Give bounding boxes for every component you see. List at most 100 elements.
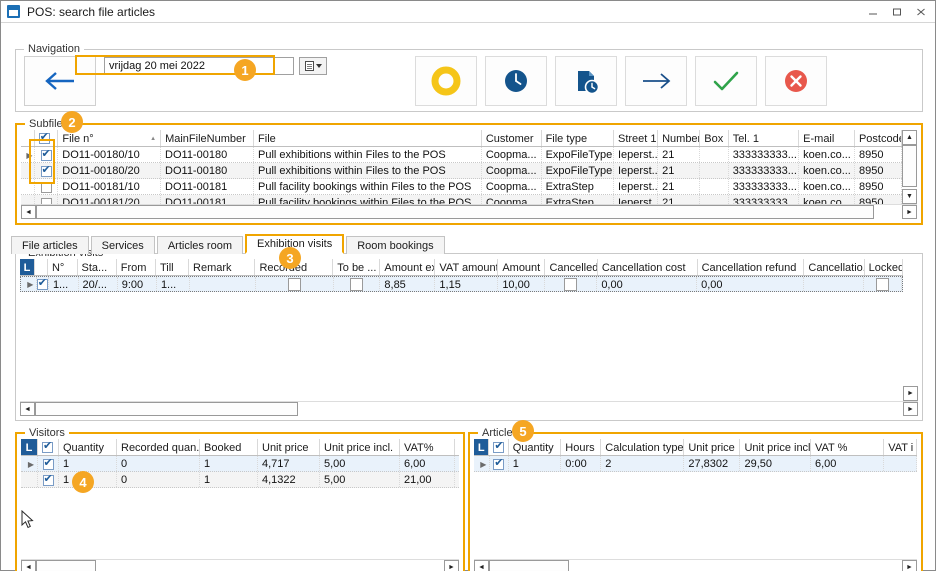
- cell-cancelled[interactable]: [545, 277, 597, 291]
- select-all-checkbox[interactable]: [42, 442, 53, 453]
- scroll-right-button[interactable]: ►: [902, 560, 917, 571]
- exhibition-visits-horizontal-scrollbar[interactable]: ◄ ►: [20, 401, 918, 416]
- exh-col-cancellation-refund[interactable]: Cancellation refund: [698, 259, 805, 275]
- subfiles-col-select[interactable]: [35, 130, 59, 146]
- scroll-thumb[interactable]: [489, 560, 569, 571]
- table-row[interactable]: ▶ 1 0 1 4,717 5,00 6,00: [21, 456, 459, 472]
- subfiles-col-main-file-number[interactable]: MainFileNumber: [161, 130, 254, 146]
- scroll-track[interactable]: [96, 560, 444, 571]
- exh-col-remark[interactable]: Remark: [189, 259, 255, 275]
- scroll-thumb[interactable]: [36, 560, 96, 571]
- next-button[interactable]: [625, 56, 687, 106]
- subfiles-col-file-type[interactable]: File type: [542, 130, 614, 146]
- date-input[interactable]: vrijdag 20 mei 2022: [104, 57, 294, 75]
- visitors-horizontal-scrollbar[interactable]: ◄ ►: [21, 559, 459, 571]
- visitors-col-vat-pct[interactable]: VAT%: [400, 439, 455, 455]
- row-checkbox-cell[interactable]: [35, 195, 58, 204]
- articles-col-locked-flag[interactable]: L: [474, 439, 489, 455]
- exh-col-from[interactable]: From: [117, 259, 156, 275]
- visitors-col-unit-price[interactable]: Unit price: [258, 439, 320, 455]
- scroll-right-button[interactable]: ►: [902, 205, 917, 219]
- row-checkbox[interactable]: [43, 459, 54, 470]
- scroll-track[interactable]: [569, 560, 902, 571]
- exh-col-cancellation-other[interactable]: Cancellatio...: [804, 259, 864, 275]
- row-checkbox[interactable]: [493, 459, 504, 470]
- subfiles-col-customer[interactable]: Customer: [482, 130, 542, 146]
- table-row[interactable]: ▶ DO11-00180/10 DO11-00180 Pull exhibiti…: [21, 147, 902, 163]
- tab-articles-room[interactable]: Articles room: [157, 236, 243, 254]
- tab-services[interactable]: Services: [91, 236, 155, 254]
- select-all-checkbox[interactable]: [493, 442, 504, 453]
- articles-horizontal-scrollbar[interactable]: ◄ ►: [474, 559, 917, 571]
- minimize-button[interactable]: [861, 2, 885, 22]
- cell-locked[interactable]: [864, 277, 902, 291]
- tab-room-bookings[interactable]: Room bookings: [346, 236, 444, 254]
- table-row[interactable]: DO11-00180/20 DO11-00180 Pull exhibition…: [21, 163, 902, 179]
- visitors-col-unit-price-incl[interactable]: Unit price incl.: [320, 439, 400, 455]
- cancelled-checkbox[interactable]: [564, 278, 577, 291]
- articles-col-select[interactable]: [489, 439, 508, 455]
- scroll-down-button[interactable]: ►: [903, 386, 918, 401]
- maximize-button[interactable]: [885, 2, 909, 22]
- exh-col-no[interactable]: N°: [48, 259, 78, 275]
- exh-col-locked-flag[interactable]: L: [20, 259, 35, 275]
- exh-col-till[interactable]: Till: [156, 259, 189, 275]
- back-button[interactable]: [24, 56, 96, 106]
- exh-col-locked[interactable]: Locked: [865, 259, 903, 275]
- ring-button[interactable]: [415, 56, 477, 106]
- visitors-col-recorded-quantity[interactable]: Recorded quan...: [117, 439, 200, 455]
- row-checkbox-cell[interactable]: [35, 179, 58, 194]
- subfiles-horizontal-scrollbar[interactable]: ◄ ►: [21, 204, 917, 219]
- articles-col-quantity[interactable]: Quantity: [509, 439, 562, 455]
- document-clock-button[interactable]: [555, 56, 617, 106]
- exh-col-amount[interactable]: Amount: [498, 259, 545, 275]
- row-checkbox-cell[interactable]: [37, 277, 49, 291]
- table-row[interactable]: ▶ 1... 20/... 9:00 1... 8,85 1,15 10,00: [20, 276, 903, 292]
- cell-to-be[interactable]: [334, 277, 381, 291]
- locked-checkbox[interactable]: [876, 278, 889, 291]
- visitors-col-booked[interactable]: Booked: [200, 439, 258, 455]
- table-row[interactable]: DO11-00181/10 DO11-00181 Pull facility b…: [21, 179, 902, 195]
- row-checkbox-cell[interactable]: [490, 456, 509, 471]
- subfiles-col-number[interactable]: Number: [658, 130, 700, 146]
- close-button[interactable]: [909, 2, 933, 22]
- articles-col-vat-incl[interactable]: VAT i: [884, 439, 917, 455]
- visitors-col-select[interactable]: [38, 439, 59, 455]
- clock-button[interactable]: [485, 56, 547, 106]
- row-checkbox-cell[interactable]: [35, 163, 58, 178]
- scroll-left-button[interactable]: ◄: [21, 560, 36, 571]
- exh-col-cancelled[interactable]: Cancelled: [545, 259, 597, 275]
- scroll-left-button[interactable]: ◄: [20, 402, 35, 416]
- scroll-track[interactable]: [903, 259, 918, 386]
- table-row[interactable]: ▶ 1 0:00 2 27,8302 29,50 6,00: [474, 456, 917, 472]
- row-checkbox[interactable]: [43, 475, 54, 486]
- scroll-up-button[interactable]: ▲: [902, 130, 917, 145]
- row-checkbox[interactable]: [41, 166, 52, 177]
- row-checkbox-cell[interactable]: [38, 472, 59, 487]
- articles-col-vat-pct[interactable]: VAT %: [811, 439, 884, 455]
- subfiles-col-file[interactable]: File: [254, 130, 482, 146]
- scroll-left-button[interactable]: ◄: [474, 560, 489, 571]
- exhibition-visits-vertical-scrollbar[interactable]: ►: [903, 259, 918, 401]
- date-dropdown-button[interactable]: [299, 57, 327, 75]
- row-checkbox[interactable]: [41, 198, 52, 205]
- subfiles-col-street[interactable]: Street 1: [614, 130, 658, 146]
- row-checkbox-cell[interactable]: [35, 147, 58, 162]
- subfiles-col-email[interactable]: E-mail: [799, 130, 855, 146]
- articles-col-hours[interactable]: Hours: [561, 439, 601, 455]
- scroll-right-button[interactable]: ►: [903, 402, 918, 416]
- row-checkbox-cell[interactable]: [38, 456, 59, 471]
- scroll-track[interactable]: [298, 402, 903, 416]
- scroll-thumb[interactable]: [35, 402, 298, 416]
- tab-file-articles[interactable]: File articles: [11, 236, 89, 254]
- cancel-button[interactable]: [765, 56, 827, 106]
- exh-col-to-be[interactable]: To be ...: [333, 259, 380, 275]
- cell-recorded[interactable]: [256, 277, 333, 291]
- scroll-right-button[interactable]: ►: [444, 560, 459, 571]
- row-checkbox[interactable]: [41, 150, 52, 161]
- articles-col-unit-price[interactable]: Unit price: [684, 439, 740, 455]
- scroll-thumb[interactable]: [902, 145, 917, 187]
- scroll-down-button[interactable]: ▼: [902, 189, 917, 204]
- select-all-checkbox[interactable]: [39, 133, 50, 144]
- recorded-checkbox[interactable]: [288, 278, 301, 291]
